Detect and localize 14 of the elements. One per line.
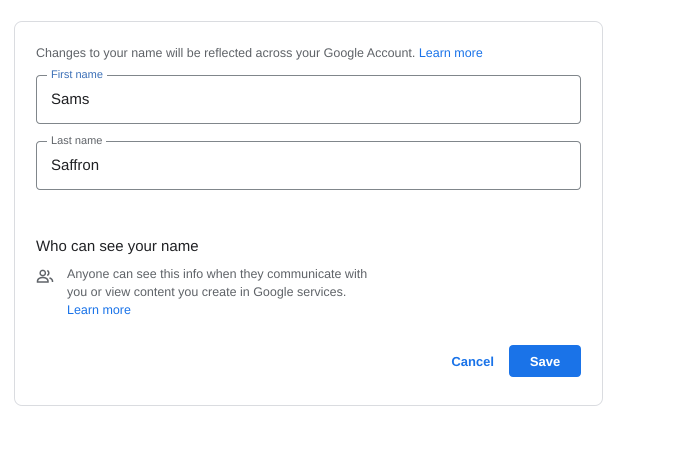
visibility-text: Anyone can see this info when they communicate with you or view content you create in Google services. Learn more	[67, 266, 368, 319]
text-field[interactable]: Last name Saffron	[36, 134, 581, 190]
save-button[interactable]: Save	[509, 345, 581, 377]
field-value: Sams	[51, 90, 90, 110]
field-label: First name	[50, 68, 104, 82]
intro-text: Changes to your name will be reflected across your Google Account. Learn more	[36, 45, 484, 62]
people-icon	[36, 267, 54, 285]
learn-more-link[interactable]: Learn more	[418, 46, 483, 60]
field-label: Last name	[50, 134, 104, 148]
text-field[interactable]: First name Sams	[36, 68, 581, 124]
section-heading: Who can see your name	[36, 237, 200, 257]
learn-more-link[interactable]: Learn more	[67, 303, 131, 317]
cancel-button[interactable]: Cancel	[450, 346, 495, 376]
field-value: Saffron	[51, 156, 100, 176]
